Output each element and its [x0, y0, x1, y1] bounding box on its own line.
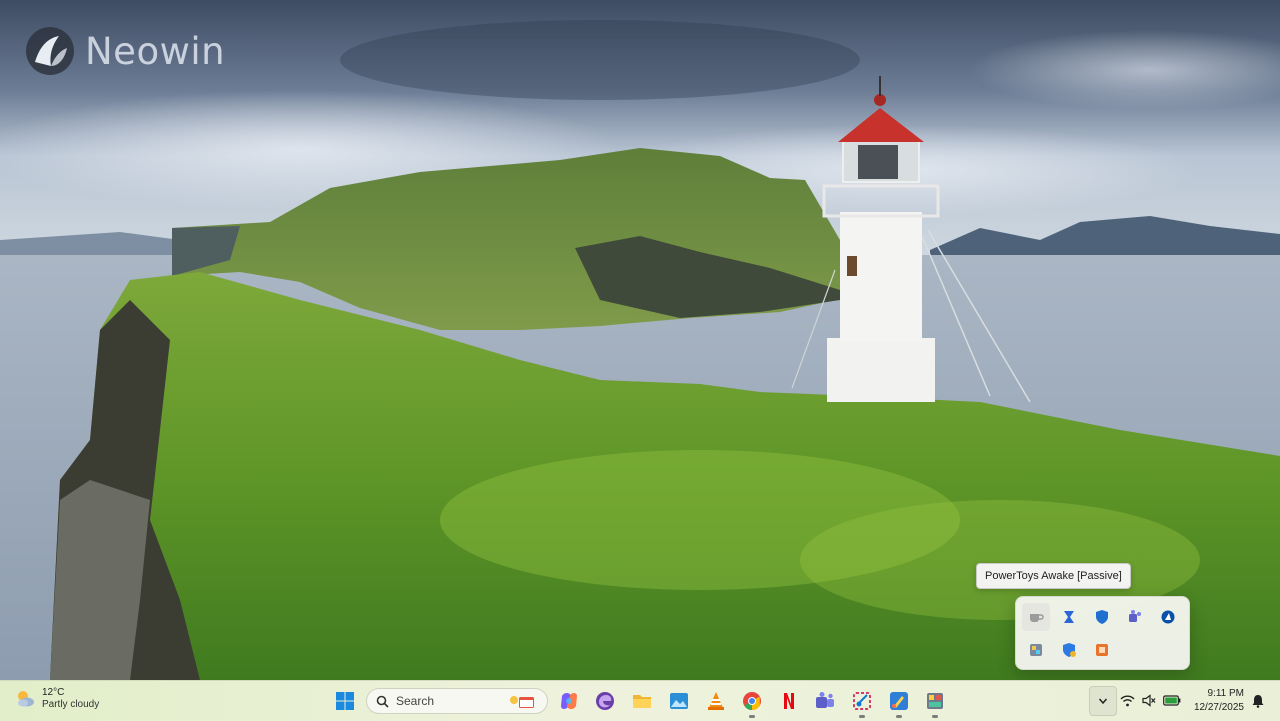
- weather-widget[interactable]: 12°C Partly cloudy: [14, 687, 99, 711]
- defender-icon[interactable]: [1088, 603, 1116, 631]
- snipping-tool-button[interactable]: [848, 687, 876, 718]
- neowin-brand-text: Neowin: [85, 29, 226, 73]
- battery-icon: [1162, 694, 1180, 706]
- file-explorer-button[interactable]: [628, 687, 656, 715]
- running-indicator: [749, 715, 755, 718]
- windows-security-icon[interactable]: [1055, 636, 1083, 664]
- chevron-down-icon: [1098, 698, 1108, 705]
- edge-dev-button[interactable]: [591, 687, 619, 715]
- quick-settings-button[interactable]: [1119, 686, 1181, 714]
- netflix-button[interactable]: [775, 687, 803, 715]
- weather-temperature: 12°C: [42, 687, 65, 698]
- power-automate-icon[interactable]: [1055, 603, 1083, 631]
- running-indicator: [859, 715, 865, 718]
- clock-date: 12/27/2025: [1193, 702, 1244, 713]
- running-indicator: [896, 715, 902, 718]
- search-icon: [376, 695, 389, 708]
- system-clock[interactable]: 9:11 PM 12/27/2025: [1184, 687, 1244, 715]
- vlc-button[interactable]: [702, 687, 730, 715]
- photos-button[interactable]: [665, 687, 693, 715]
- settings-app-icon[interactable]: [1022, 636, 1050, 664]
- copilot-icon: [561, 693, 577, 709]
- teams-icon: [816, 692, 834, 708]
- vlc-icon: [708, 692, 724, 710]
- windows-logo-icon: [336, 692, 354, 710]
- neowin-watermark: Neowin: [25, 26, 225, 76]
- orange-app-icon[interactable]: [1088, 636, 1116, 664]
- teams-button[interactable]: [811, 687, 839, 715]
- paint-icon: [890, 692, 908, 710]
- hidden-icons-flyout: [1015, 596, 1190, 670]
- chrome-icon: [743, 692, 761, 710]
- edge-dev-icon: [596, 692, 614, 710]
- azure-vpn-icon[interactable]: [1154, 603, 1182, 631]
- bell-icon: [1252, 695, 1264, 708]
- paint-button[interactable]: [885, 687, 913, 718]
- tray-icon-tooltip: PowerToys Awake [Passive]: [976, 563, 1131, 589]
- app-icon: [927, 693, 943, 709]
- taskbar: 12°C Partly cloudy 9:11 PM 12/27/2025: [0, 680, 1280, 721]
- weather-condition: Partly cloudy: [42, 699, 100, 710]
- speaker-muted-icon: [1141, 693, 1155, 707]
- notifications-button[interactable]: [1248, 687, 1268, 715]
- start-button[interactable]: [331, 687, 359, 715]
- photos-icon: [670, 693, 688, 709]
- copilot-button[interactable]: [555, 687, 583, 715]
- teams-icon[interactable]: [1121, 603, 1149, 631]
- app-button[interactable]: [921, 687, 949, 718]
- search-highlight-icon: [510, 696, 534, 708]
- partly-cloudy-icon: [18, 691, 34, 707]
- wifi-icon: [1119, 695, 1135, 706]
- powertoys-awake-icon[interactable]: [1022, 603, 1050, 631]
- neowin-logo-icon: [26, 27, 74, 75]
- netflix-icon: [784, 693, 794, 709]
- chrome-button[interactable]: [738, 687, 766, 718]
- file-explorer-icon: [633, 695, 651, 708]
- search-placeholder: Search: [396, 694, 435, 708]
- show-hidden-icons-button[interactable]: [1089, 686, 1117, 716]
- taskbar-search-box[interactable]: Search: [366, 688, 548, 714]
- running-indicator: [932, 715, 938, 718]
- clock-time: 9:11 PM: [1207, 688, 1245, 699]
- snipping-tool-icon: [853, 692, 871, 710]
